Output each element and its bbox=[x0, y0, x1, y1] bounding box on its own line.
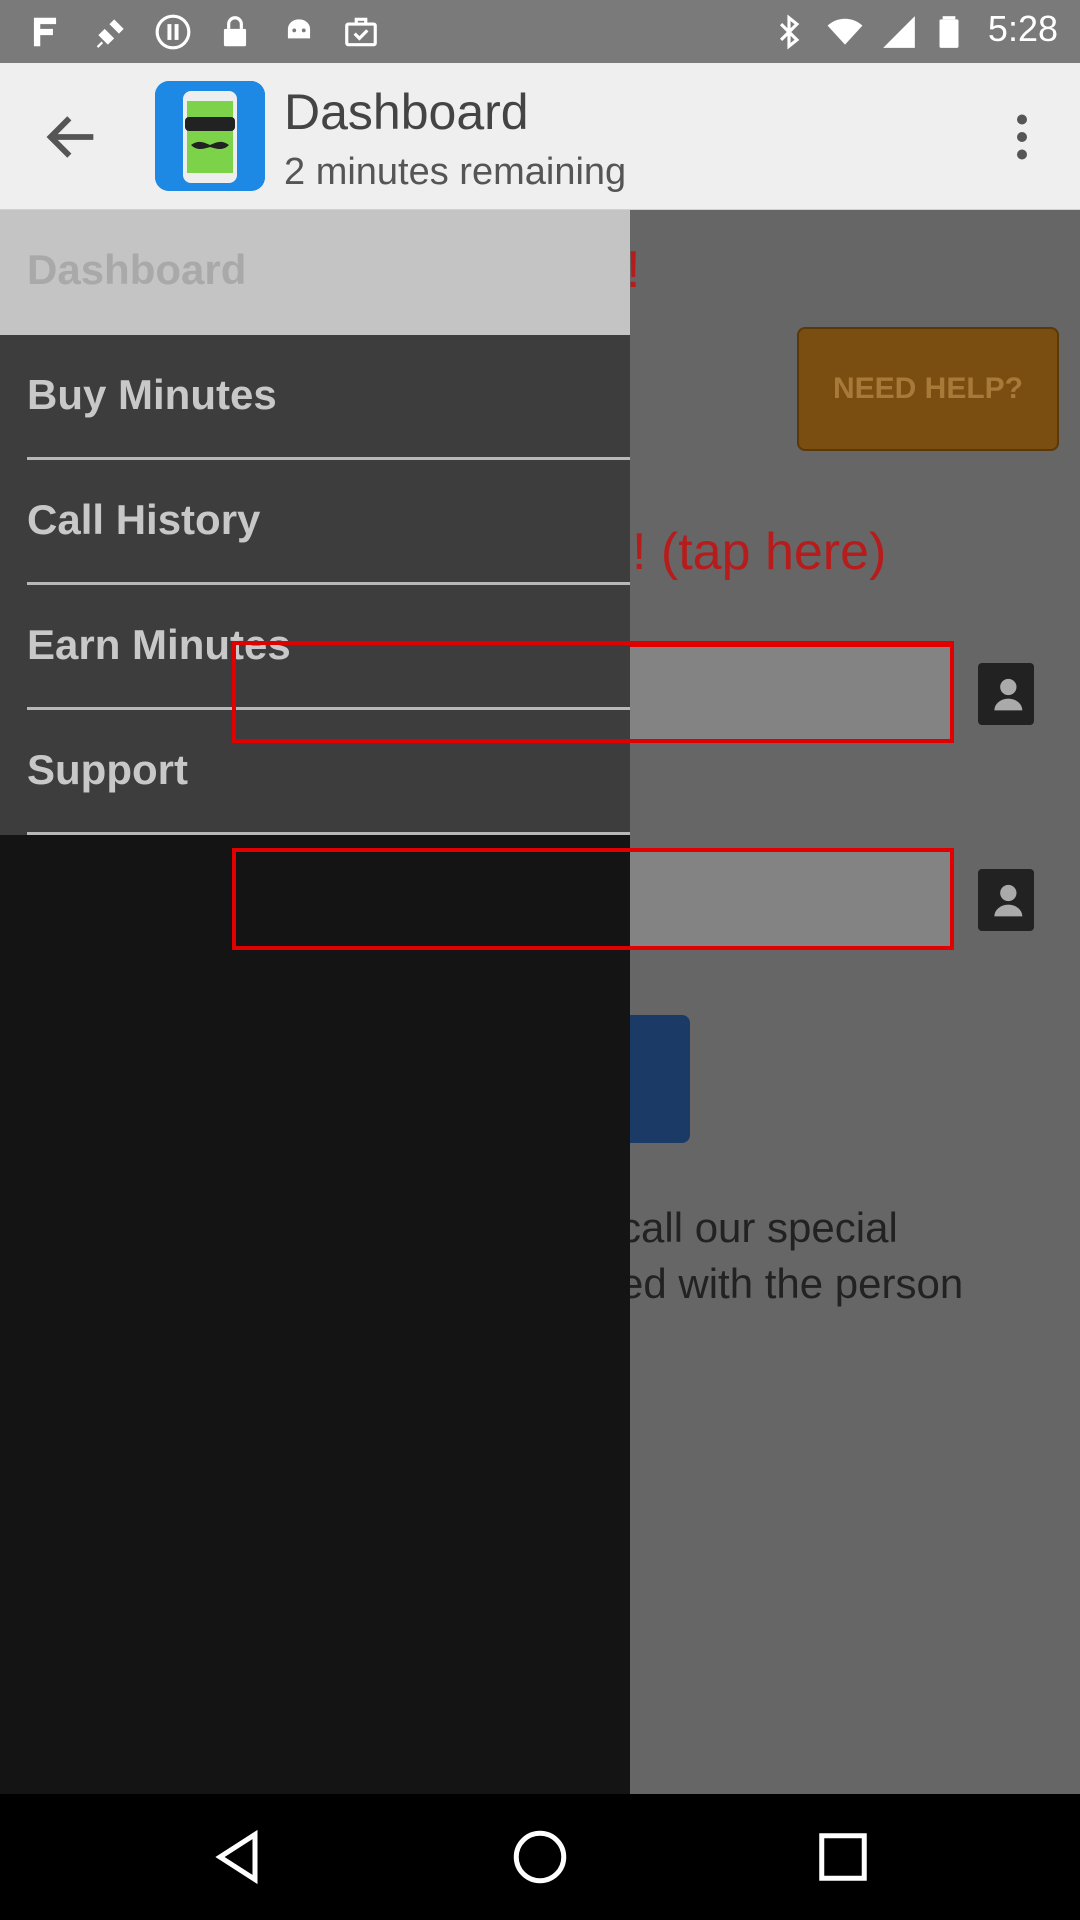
highlight-box-1 bbox=[232, 641, 954, 743]
info-text: call our special ed with the person bbox=[620, 1200, 963, 1312]
contacts-book-icon[interactable] bbox=[978, 663, 1034, 725]
app-bar: Dashboard 2 minutes remaining bbox=[0, 63, 1080, 210]
back-triangle-icon[interactable] bbox=[210, 1827, 270, 1887]
drawer-item-dashboard[interactable]: Dashboard bbox=[0, 210, 630, 335]
drawer-item-label: Support bbox=[27, 746, 188, 793]
android-icon bbox=[287, 19, 311, 39]
battery-icon bbox=[939, 16, 959, 48]
status-bar: 5:28 bbox=[0, 0, 1080, 63]
drawer-item-label: Dashboard bbox=[27, 246, 247, 293]
lock-icon bbox=[223, 16, 247, 47]
home-circle-icon[interactable] bbox=[510, 1827, 570, 1887]
briefcase-check-icon bbox=[345, 17, 377, 47]
signal-icon bbox=[883, 16, 915, 48]
satellite-icon bbox=[96, 19, 124, 48]
tap-here-link[interactable]: ! (tap here) bbox=[632, 522, 886, 582]
recents-square-icon[interactable] bbox=[813, 1827, 873, 1887]
info-line-1: call our special bbox=[620, 1204, 898, 1251]
divider bbox=[27, 832, 630, 835]
info-line-2: ed with the person bbox=[620, 1260, 964, 1307]
fake-gps-icon bbox=[33, 17, 57, 47]
drawer-item-buy-minutes[interactable]: Buy Minutes bbox=[0, 335, 630, 460]
spy-phone-logo bbox=[155, 81, 265, 191]
status-time: 5:28 bbox=[987, 8, 1058, 49]
drawer-item-call-history[interactable]: Call History bbox=[0, 460, 630, 585]
more-vert-icon[interactable] bbox=[992, 107, 1052, 167]
drawer-item-label: Call History bbox=[27, 496, 261, 543]
pause-icon bbox=[155, 14, 191, 50]
system-nav-bar bbox=[0, 1794, 1080, 1920]
app-title: Dashboard bbox=[284, 84, 529, 140]
need-help-button[interactable]: NEED HELP? bbox=[797, 327, 1059, 451]
bluetooth-icon bbox=[779, 14, 800, 50]
navigation-drawer: Dashboard Buy Minutes Call History Earn … bbox=[0, 210, 630, 1794]
contacts-book-icon[interactable] bbox=[978, 869, 1034, 931]
highlight-box-2 bbox=[232, 848, 954, 950]
wifi-icon bbox=[827, 18, 863, 45]
arrow-back-icon[interactable] bbox=[40, 105, 104, 169]
drawer-item-label: Buy Minutes bbox=[27, 371, 277, 418]
app-subtitle: 2 minutes remaining bbox=[284, 151, 627, 193]
